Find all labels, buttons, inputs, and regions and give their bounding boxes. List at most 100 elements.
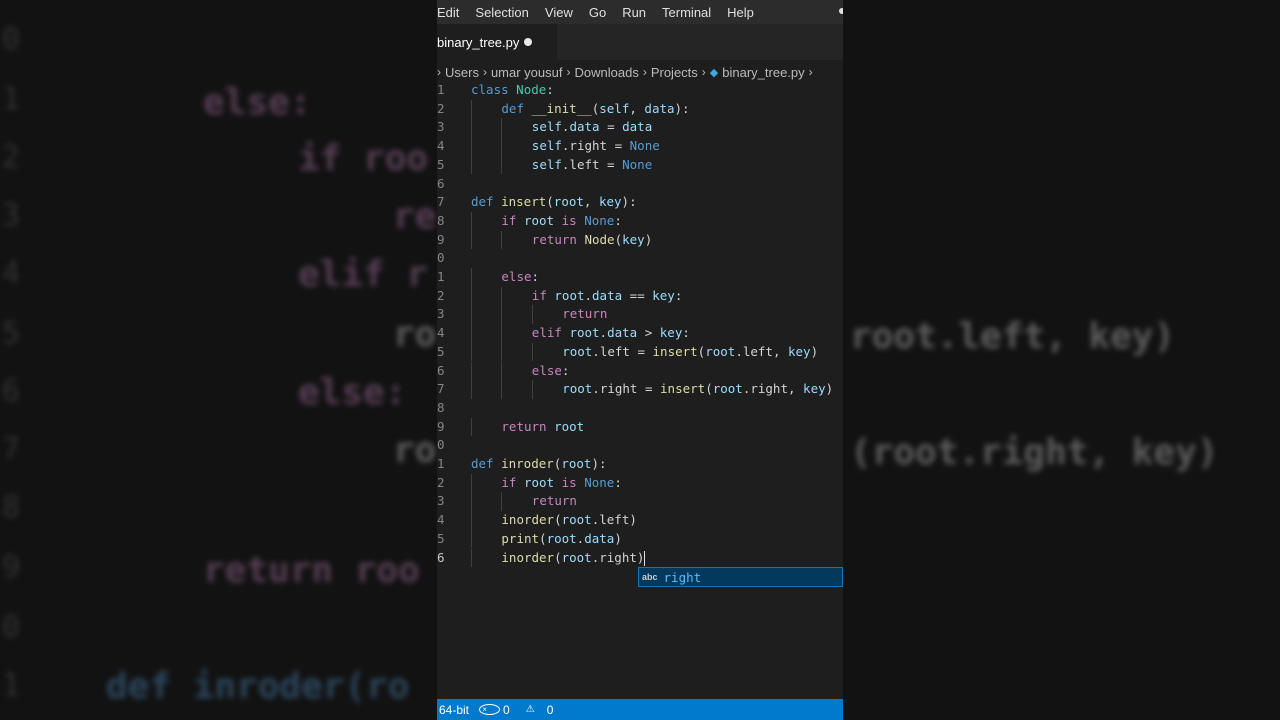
chevron-right-icon: ›	[566, 65, 571, 79]
menu-edit[interactable]: Edit	[437, 5, 467, 20]
indent-guide	[501, 380, 503, 399]
line-number: 2	[437, 287, 445, 303]
code-text: def __init__(self, data):	[501, 100, 690, 116]
unsaved-dot-icon[interactable]	[524, 38, 532, 46]
code-editor-window: Edit Selection View Go Run Terminal Help…	[437, 0, 843, 720]
line-number: 3	[437, 119, 445, 135]
code-line[interactable]: 4 self.right = None	[437, 137, 843, 156]
code-text: elif root.data > key:	[531, 325, 690, 341]
menu-terminal[interactable]: Terminal	[654, 5, 719, 20]
line-number: 5	[437, 156, 445, 172]
line-number: 9	[437, 418, 445, 434]
code-text: return	[531, 493, 577, 509]
bg-line-number: 6	[2, 374, 21, 409]
menu-selection[interactable]: Selection	[467, 5, 536, 20]
code-line[interactable]: 6	[437, 175, 843, 194]
python-interpreter-status[interactable]: 64-bit	[437, 703, 479, 717]
code-line[interactable]: 0	[437, 249, 843, 268]
indent-guide	[471, 511, 472, 530]
warning-count: 0	[546, 702, 554, 717]
bg-code-line: else:	[203, 82, 312, 123]
code-line[interactable]: 7 root.right = insert(root.right, key)	[437, 380, 843, 399]
problems-status[interactable]: × 0 ⚠ 0	[479, 703, 573, 717]
code-line[interactable]: 2 if root.data == key:	[437, 287, 843, 306]
python-file-icon: ◆	[709, 66, 719, 79]
line-number: 1	[437, 269, 445, 284]
code-line[interactable]: 9 return root	[437, 418, 843, 437]
suggestion-label: right	[663, 569, 702, 585]
breadcrumb-item[interactable]: umar yousuf	[491, 65, 563, 80]
line-number: 4	[437, 325, 445, 341]
code-line[interactable]: 4 inorder(root.left)	[437, 511, 843, 530]
indent-guide	[471, 137, 472, 156]
line-number: 8	[437, 399, 445, 415]
menu-help[interactable]: Help	[719, 5, 762, 20]
autocomplete-suggestion[interactable]: abc right	[638, 567, 843, 587]
code-line[interactable]: 7 def insert(root, key):	[437, 193, 843, 212]
bg-line-number: 1	[2, 82, 21, 117]
indent-guide	[471, 118, 472, 138]
code-line[interactable]: 3 self.data = data	[437, 118, 843, 137]
code-line[interactable]: 0	[437, 436, 843, 455]
code-text: self.right = None	[531, 138, 660, 154]
indent-guide	[501, 361, 503, 381]
bg-line-number: 4	[2, 256, 21, 291]
indent-guide	[471, 342, 472, 362]
indent-guide	[471, 473, 472, 493]
code-line[interactable]: 1 def inroder(root):	[437, 455, 843, 474]
chevron-right-icon: ›	[482, 65, 487, 79]
indent-guide	[501, 155, 503, 175]
tab-bar: binary_tree.py	[437, 24, 843, 60]
code-line[interactable]: 1 class Node:	[437, 81, 843, 100]
code-line[interactable]: 8 if root is None:	[437, 212, 843, 231]
menu-view[interactable]: View	[537, 5, 581, 20]
code-text: class Node:	[471, 82, 554, 97]
line-number: 6	[437, 175, 445, 191]
indent-guide	[501, 342, 503, 362]
indent-guide	[471, 492, 472, 512]
menu-go[interactable]: Go	[581, 5, 614, 20]
bg-code-line: if roo	[298, 138, 429, 179]
line-number: 5	[437, 343, 445, 359]
indent-guide	[531, 380, 533, 399]
indent-guide	[471, 155, 472, 175]
code-line[interactable]: 5 print(root.data)	[437, 530, 843, 549]
code-line[interactable]: 6 inorder(root.right)	[437, 549, 843, 568]
code-line[interactable]: 2 if root is None:	[437, 474, 843, 493]
error-icon: ×	[479, 704, 501, 715]
bg-line-number: 7	[2, 432, 21, 467]
code-text: else:	[531, 362, 570, 378]
code-line[interactable]: 3 return	[437, 492, 843, 511]
line-number: 1	[437, 82, 445, 97]
warning-icon: ⚠	[525, 704, 535, 715]
code-line[interactable]: 8	[437, 399, 843, 418]
bg-code-line: return roo	[203, 550, 420, 591]
code-line[interactable]: 3 return	[437, 305, 843, 324]
menu-run[interactable]: Run	[614, 5, 654, 20]
code-text: root.right = insert(root.right, key)	[562, 381, 834, 397]
line-number: 3	[437, 493, 445, 509]
tab-binary-tree-py[interactable]: binary_tree.py	[437, 24, 557, 60]
code-line[interactable]: 9 return Node(key)	[437, 231, 843, 250]
indent-guide	[501, 118, 503, 138]
line-number: 0	[437, 437, 445, 453]
code-line[interactable]: 5 root.left = insert(root.left, key)	[437, 343, 843, 362]
breadcrumb-item[interactable]: binary_tree.py	[722, 65, 804, 80]
breadcrumb-item[interactable]: Projects	[651, 65, 698, 80]
code-line[interactable]: 1 else:	[437, 268, 843, 287]
line-number: 6	[437, 362, 445, 378]
bg-code-line: ro	[393, 314, 437, 355]
code-text: def insert(root, key):	[471, 194, 637, 210]
code-line[interactable]: 5 self.left = None	[437, 156, 843, 175]
code-text: self.data = data	[531, 119, 653, 135]
code-line[interactable]: 2 def __init__(self, data):	[437, 100, 843, 119]
line-number: 4	[437, 138, 445, 154]
indent-guide	[471, 305, 472, 325]
breadcrumb-item[interactable]: Users	[445, 65, 479, 80]
code-line[interactable]: 6 else:	[437, 362, 843, 381]
bg-line-number: 5	[2, 316, 21, 351]
dot-icon	[839, 8, 843, 14]
breadcrumb-item[interactable]: Downloads	[575, 65, 639, 80]
code-line[interactable]: 4 elif root.data > key:	[437, 324, 843, 343]
indent-guide	[501, 137, 503, 156]
